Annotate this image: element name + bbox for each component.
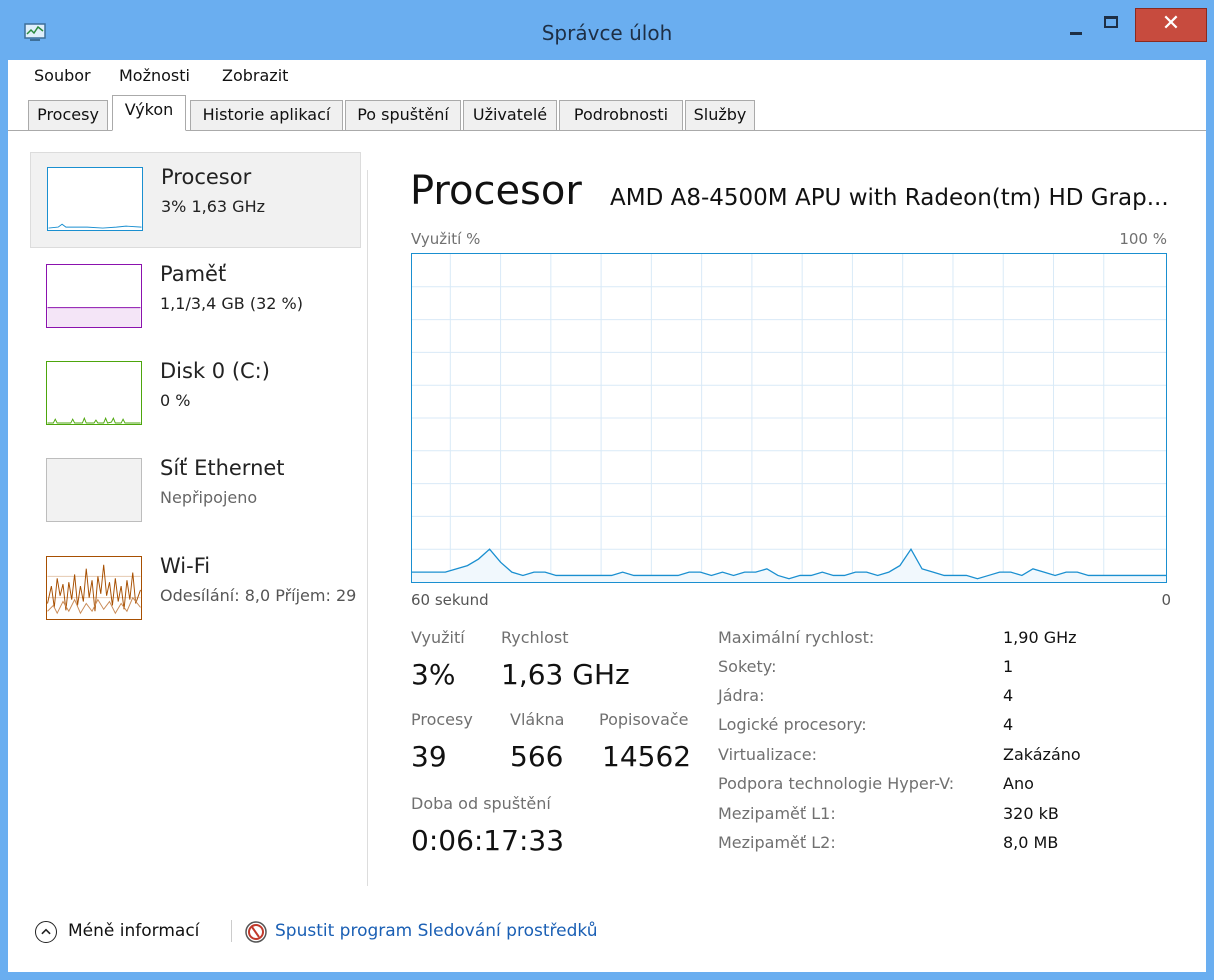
memory-thumbnail-graph	[46, 264, 142, 328]
tab-sluzby[interactable]: Služby	[685, 100, 755, 130]
tab-procesy[interactable]: Procesy	[28, 100, 108, 130]
processes-value: 39	[411, 740, 447, 773]
processes-label: Procesy	[411, 710, 473, 729]
handles-value: 14562	[602, 740, 692, 773]
info-value-cores: 4	[1003, 686, 1014, 705]
sidebar-item-disk[interactable]: Disk 0 (C:) 0 %	[30, 347, 361, 443]
info-label-l2-cache: Mezipaměť L2:	[718, 833, 836, 852]
footer-divider	[231, 920, 232, 942]
cpu-model-name: AMD A8-4500M APU with Radeon(tm) HD Grap…	[610, 185, 1169, 211]
tab-historie-aplikaci[interactable]: Historie aplikací	[190, 100, 343, 130]
sidebar-item-procesor[interactable]: Procesor 3% 1,63 GHz	[30, 152, 361, 248]
info-value-virtualization: Zakázáno	[1003, 745, 1081, 764]
graph-label-utilization: Využití %	[411, 230, 481, 248]
info-value-sockets: 1	[1003, 657, 1014, 676]
menu-item-soubor[interactable]: Soubor	[34, 66, 91, 85]
uptime-label: Doba od spuštění	[411, 794, 551, 813]
graph-time-span: 60 sekund	[411, 591, 489, 609]
window-title: Správce úloh	[541, 21, 673, 45]
speed-label: Rychlost	[501, 628, 569, 647]
sidebar-item-subtitle: Nepřipojeno	[160, 488, 258, 507]
info-label-logical-processors: Logické procesory:	[718, 715, 867, 734]
handles-label: Popisovače	[599, 710, 689, 729]
close-button[interactable]: ✕	[1135, 8, 1207, 42]
menu-bar: Soubor Možnosti Zobrazit	[8, 60, 1206, 90]
cpu-thumbnail-graph	[47, 167, 143, 231]
open-resource-monitor-link[interactable]: Spustit program Sledování prostředků	[275, 921, 597, 941]
fewer-details-button[interactable]: Méně informací	[68, 921, 199, 941]
cpu-usage-area	[412, 549, 1166, 582]
menu-item-moznosti[interactable]: Možnosti	[119, 66, 190, 85]
sidebar-item-title: Síť Ethernet	[160, 456, 285, 480]
window-content: Soubor Možnosti Zobrazit Procesy Výkon H…	[8, 60, 1206, 972]
info-value-l2-cache: 8,0 MB	[1003, 833, 1059, 852]
info-value-logical-processors: 4	[1003, 715, 1014, 734]
uptime-value: 0:06:17:33	[411, 824, 565, 857]
sidebar-item-title: Disk 0 (C:)	[160, 359, 270, 383]
minimize-icon	[1070, 32, 1082, 35]
page-title: Procesor	[410, 168, 582, 214]
sidebar-item-wifi[interactable]: Wi-Fi Odesílání: 8,0 Příjem: 29	[30, 542, 361, 638]
close-icon: ✕	[1161, 11, 1181, 36]
info-value-hyperv: Ano	[1003, 774, 1034, 793]
title-bar[interactable]: Správce úloh ✕	[0, 0, 1214, 60]
graph-time-now: 0	[1161, 591, 1171, 609]
info-label-max-speed: Maximální rychlost:	[718, 628, 875, 647]
maximize-button[interactable]	[1096, 8, 1126, 42]
utilization-value: 3%	[411, 658, 456, 691]
info-label-hyperv: Podpora technologie Hyper-V:	[718, 774, 955, 793]
graph-label-max: 100 %	[1119, 230, 1167, 248]
task-manager-window: Správce úloh ✕ Soubor Možnosti Zobrazit …	[0, 0, 1214, 980]
tab-bar: Procesy Výkon Historie aplikací Po spušt…	[8, 90, 1206, 131]
info-label-virtualization: Virtualizace:	[718, 745, 817, 764]
sidebar-item-subtitle: Odesílání: 8,0 Příjem: 29	[160, 586, 357, 605]
sidebar-item-title: Procesor	[161, 165, 252, 189]
info-label-sockets: Sokety:	[718, 657, 777, 676]
chevron-up-icon[interactable]	[35, 921, 57, 943]
tab-vykon[interactable]: Výkon	[112, 95, 186, 131]
sidebar-item-subtitle: 1,1/3,4 GB (32 %)	[160, 294, 303, 313]
minimize-button[interactable]	[1060, 8, 1092, 42]
tab-po-spusteni[interactable]: Po spuštění	[345, 100, 461, 130]
sidebar-item-pamet[interactable]: Paměť 1,1/3,4 GB (32 %)	[30, 250, 361, 346]
cpu-usage-graph	[411, 253, 1167, 583]
threads-label: Vlákna	[510, 710, 565, 729]
info-label-cores: Jádra:	[718, 686, 765, 705]
sidebar-item-ethernet[interactable]: Síť Ethernet Nepřipojeno	[30, 444, 361, 540]
disk-thumbnail-graph	[46, 361, 142, 425]
sidebar-item-subtitle: 0 %	[160, 391, 191, 410]
wifi-thumbnail-graph	[46, 556, 142, 620]
sidebar-item-title: Paměť	[160, 262, 227, 286]
threads-value: 566	[510, 740, 564, 773]
info-value-max-speed: 1,90 GHz	[1003, 628, 1077, 647]
info-label-l1-cache: Mezipaměť L1:	[718, 804, 836, 823]
menu-item-zobrazit[interactable]: Zobrazit	[222, 66, 288, 85]
sidebar-item-title: Wi-Fi	[160, 554, 211, 578]
info-value-l1-cache: 320 kB	[1003, 804, 1059, 823]
tab-uzivatele[interactable]: Uživatelé	[463, 100, 557, 130]
utilization-label: Využití	[411, 628, 465, 647]
cpu-usage-line	[412, 547, 1166, 580]
maximize-icon	[1104, 16, 1118, 28]
sidebar-divider	[367, 170, 368, 886]
ethernet-thumbnail-graph	[46, 458, 142, 522]
sidebar-item-subtitle: 3% 1,63 GHz	[161, 197, 266, 216]
tab-podrobnosti[interactable]: Podrobnosti	[559, 100, 683, 130]
resource-monitor-icon	[245, 921, 267, 943]
speed-value: 1,63 GHz	[501, 658, 630, 691]
